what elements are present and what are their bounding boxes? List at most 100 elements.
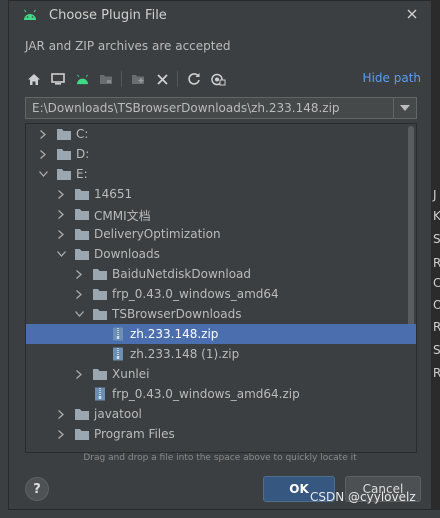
chevron-right-icon[interactable] [56,208,66,220]
bg-char: O [433,298,440,312]
zip-file-icon [110,347,126,361]
delete-button[interactable] [151,68,173,90]
chevron-right-icon[interactable] [38,148,48,160]
dialog-description: JAR and ZIP archives are accepted [25,39,231,53]
path-dropdown-button[interactable] [393,98,416,118]
path-combobox[interactable]: E:\Downloads\TSBrowserDownloads\zh.233.1… [25,97,417,119]
tree-folder-row[interactable]: TSBrowserDownloads [26,304,416,324]
chevron-down-icon[interactable] [38,168,48,180]
path-input[interactable]: E:\Downloads\TSBrowserDownloads\zh.233.1… [32,101,340,115]
help-button[interactable]: ? [25,477,49,501]
tree-item-label: TSBrowserDownloads [112,307,242,321]
folder-icon [56,147,72,161]
toolbar-separator [177,71,178,87]
tree-folder-row[interactable]: Downloads [26,244,416,264]
folder-icon [74,227,90,241]
dialog-titlebar: Choose Plugin File [9,1,431,31]
folder-icon [74,407,90,421]
chevron-right-icon[interactable] [56,188,66,200]
chevron-right-icon[interactable] [56,228,66,240]
module-button[interactable] [95,68,117,90]
dialog-title: Choose Plugin File [49,8,167,23]
folder-icon [92,367,108,381]
tree-file-row[interactable]: zh.233.148 (1).zip [26,344,416,364]
folder-icon [74,187,90,201]
bg-char: C [433,276,440,290]
tree-file-row[interactable]: frp_0.43.0_windows_amd64.zip [26,384,416,404]
chevron-right-icon[interactable] [74,288,84,300]
project-button[interactable] [71,68,93,90]
close-button[interactable] [403,6,421,24]
tree-item-label: Xunlei [112,367,150,381]
delete-icon [156,73,168,85]
close-icon [407,9,417,19]
folder-icon [92,267,108,281]
tree-folder-row[interactable]: CMMI文档 [26,204,416,224]
tree-item-label: zh.233.148 (1).zip [130,347,240,361]
hide-path-link[interactable]: Hide path [363,71,421,85]
zip-file-icon [110,327,126,341]
chevron-right-icon[interactable] [56,428,66,440]
tree-item-label: frp_0.43.0_windows_amd64 [112,287,279,301]
background-ide-left [0,0,8,518]
tree-folder-row[interactable]: DeliveryOptimization [26,224,416,244]
home-icon [28,73,40,85]
zip-file-icon [92,387,108,401]
drag-drop-hint: Drag and drop a file into the space abov… [83,453,357,463]
watermark: CSDN @cyylovelz [310,490,416,504]
new-folder-icon [132,75,144,84]
tree-item-label: zh.233.148.zip [130,327,219,341]
bg-char: K [433,209,440,223]
chevron-down-icon[interactable] [56,248,66,260]
refresh-button[interactable] [183,68,205,90]
folder-icon [56,127,72,141]
tree-item-label: DeliveryOptimization [94,227,221,241]
folder-icon [74,247,90,261]
chevron-right-icon[interactable] [56,408,66,420]
tree-item-label: frp_0.43.0_windows_amd64.zip [112,387,300,401]
home-button[interactable] [23,68,45,90]
bg-char: R [433,256,440,270]
tree-folder-row[interactable]: C: [26,124,416,144]
folder-icon [56,167,72,181]
tree-item-label: Program Files [94,427,175,441]
tree-item-label: BaiduNetdiskDownload [112,267,252,281]
android-icon [24,9,36,20]
tree-item-label: javatool [94,407,142,421]
bg-char: S [433,232,440,246]
module-icon [100,75,112,84]
android-icon [76,74,88,84]
file-chooser-toolbar: Hide path [21,68,421,90]
folder-icon [74,427,90,441]
tree-folder-row[interactable]: BaiduNetdiskDownload [26,264,416,284]
bg-char: R [433,320,440,334]
chevron-down-icon[interactable] [74,308,84,320]
desktop-button[interactable] [47,68,69,90]
desktop-icon [51,73,65,85]
tree-folder-row[interactable]: Program Files [26,424,416,444]
tree-item-label: E: [76,167,88,181]
tree-item-label: CMMI文档 [94,209,151,223]
background-ide-right: J K S R C O R S R [432,0,440,518]
chevron-right-icon[interactable] [74,368,84,380]
chevron-right-icon[interactable] [38,128,48,140]
show-hidden-button[interactable] [207,68,229,90]
tree-folder-row[interactable]: Xunlei [26,364,416,384]
tree-folder-row[interactable]: 14651 [26,184,416,204]
tree-folder-row[interactable]: javatool [26,404,416,424]
tree-folder-row[interactable]: E: [26,164,416,184]
refresh-icon [188,73,200,85]
chevron-right-icon[interactable] [74,268,84,280]
background-ide-bottom [0,510,440,518]
bg-char: R [433,366,440,380]
toolbar-separator [121,71,122,87]
tree-folder-row[interactable]: frp_0.43.0_windows_amd64 [26,284,416,304]
chevron-down-icon [400,105,410,111]
tree-item-label: C: [76,127,89,141]
new-folder-button[interactable] [127,68,149,90]
tree-item-label: D: [76,147,90,161]
tree-file-row[interactable]: zh.233.148.zip [26,324,416,344]
file-tree[interactable]: C: D: E: 14651 CMMI文档 DeliveryOptimization Dow… [25,123,417,453]
tree-folder-row[interactable]: D: [26,144,416,164]
tree-item-label: 14651 [94,187,133,201]
